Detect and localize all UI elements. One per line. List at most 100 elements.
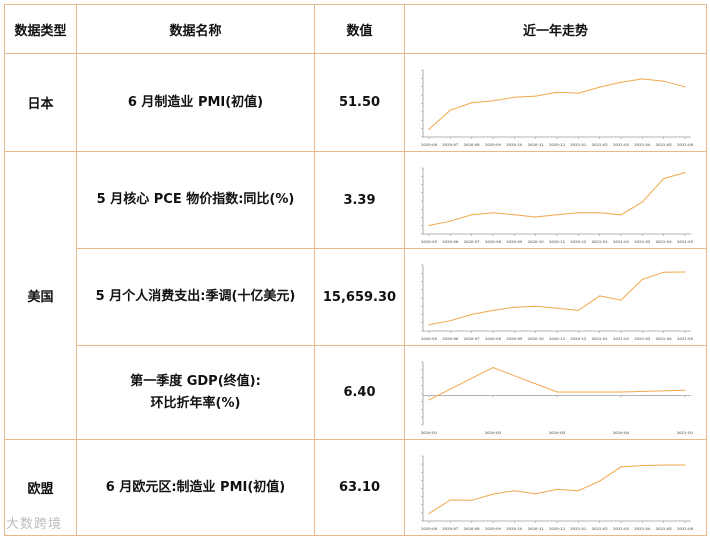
x-tick-label: 2020-12 <box>570 240 587 244</box>
data-point <box>535 95 537 97</box>
data-point <box>535 493 537 495</box>
series-line <box>428 78 686 130</box>
x-tick-label: 2021-06 <box>677 527 694 531</box>
x-tick-label: 2020-10 <box>506 527 523 531</box>
data-point <box>556 214 558 216</box>
x-tick-label: 2020-Q3 <box>549 431 566 435</box>
series-line <box>428 172 686 226</box>
data-point <box>449 499 451 501</box>
data-point <box>492 366 494 369</box>
indicator-name: 第一季度 GDP(终值): 环比折年率(%) <box>76 345 315 440</box>
indicator-name: 5 月个人消费支出:季调(十亿美元) <box>76 248 315 346</box>
x-tick-label: 2021-01 <box>570 143 587 147</box>
series-line <box>428 366 686 401</box>
data-point <box>577 92 579 94</box>
data-point <box>535 216 537 218</box>
x-tick-label: 2021-03 <box>634 337 651 341</box>
data-point <box>641 464 643 467</box>
trend-chart: 2020-05 2020-06 2020-07 2020-08 2020-09 2020-… <box>421 264 694 341</box>
data-point <box>556 91 558 93</box>
x-tick-label: 2020-09 <box>485 143 502 147</box>
x-tick-label: 2021-05 <box>656 143 673 147</box>
series-line <box>428 271 686 326</box>
x-tick-label: 2020-09 <box>506 240 523 244</box>
x-tick-label: 2020-06 <box>442 240 459 244</box>
table-row: 欧盟 6 月欧元区:制造业 PMI(初值) 63.10 2020-06 2020-… <box>4 439 707 536</box>
x-tick-label: 2020-12 <box>549 527 566 531</box>
data-point <box>449 220 451 222</box>
trend-chart: 2020-05 2020-06 2020-07 2020-08 2020-09 2020-… <box>421 167 694 244</box>
data-point <box>513 214 515 216</box>
data-point <box>663 464 665 466</box>
x-tick-label: 2021-04 <box>656 337 673 341</box>
data-point <box>428 399 430 401</box>
x-tick-label: 2020-09 <box>485 527 502 531</box>
x-tick-label: 2021-01 <box>592 337 609 341</box>
x-tick-label: 2021-04 <box>656 240 673 244</box>
watermark: 大数跨境 <box>6 517 63 532</box>
x-tick-label: 2020-Q2 <box>485 431 502 435</box>
x-tick-label: 2021-06 <box>677 143 694 147</box>
trend-cell: 2020-06 2020-07 2020-08 2020-09 2020-10 2020-… <box>404 53 707 152</box>
indicator-name-line: 5 月个人消费支出:季调(十亿美元) <box>95 289 296 304</box>
x-tick-label: 2020-08 <box>464 527 481 531</box>
indicator-name: 6 月制造业 PMI(初值) <box>76 53 315 152</box>
x-tick-label: 2020-12 <box>570 337 587 341</box>
data-point <box>556 488 558 491</box>
x-tick-label: 2021-02 <box>613 240 630 244</box>
data-point <box>428 512 430 515</box>
x-tick-label: 2020-11 <box>549 240 566 244</box>
table-row: 5 月个人消费支出:季调(十亿美元) 15,659.30 2020-05 2020… <box>5 248 707 346</box>
data-point <box>535 305 537 307</box>
data-table: 数据类型 数据名称 数值 近一年走势 日本 6 月制造业 PMI(初值) 51.… <box>4 4 707 536</box>
data-point <box>492 212 494 214</box>
table-row: 日本 6 月制造业 PMI(初值) 51.50 2020-06 2020-07 20… <box>4 53 707 152</box>
x-tick-label: 2020-11 <box>528 527 545 531</box>
x-tick-label: 2021-01 <box>570 527 587 531</box>
category-cell: 日本 <box>4 53 77 152</box>
data-point <box>620 466 622 468</box>
data-point <box>684 464 686 466</box>
data-point <box>577 490 579 492</box>
data-point <box>663 178 665 180</box>
data-point <box>577 309 579 311</box>
x-tick-label: 2020-05 <box>421 240 438 244</box>
data-point <box>428 224 430 227</box>
data-point <box>471 499 473 501</box>
data-point <box>599 480 601 482</box>
x-tick-label: 2020-Q1 <box>421 431 438 435</box>
indicator-name-line: 6 月制造业 PMI(初值) <box>127 94 264 110</box>
x-tick-label: 2020-11 <box>549 337 566 341</box>
data-point <box>620 391 622 393</box>
indicator-name-line: 5 月核心 PCE 物价指数:同比(%) <box>96 192 295 207</box>
trend-cell: 2020-05 2020-06 2020-07 2020-08 2020-09 2020-… <box>404 248 707 346</box>
indicator-name-line: 第一季度 GDP(终值): <box>130 373 261 389</box>
data-point <box>513 96 515 98</box>
data-point <box>641 278 643 281</box>
x-tick-label: 2020-10 <box>528 240 545 244</box>
x-tick-label: 2020-07 <box>464 337 481 341</box>
x-tick-label: 2021-03 <box>613 527 630 531</box>
x-tick-label: 2021-03 <box>613 143 630 147</box>
indicator-name: 5 月核心 PCE 物价指数:同比(%) <box>76 151 315 249</box>
x-tick-label: 2020-05 <box>421 337 438 341</box>
data-point <box>663 271 665 273</box>
x-tick-label: 2020-08 <box>485 240 502 244</box>
data-point <box>556 391 558 393</box>
trend-cell: 2020-05 2020-06 2020-07 2020-08 2020-09 2020-… <box>404 151 707 249</box>
x-tick-label: 2020-07 <box>464 240 481 244</box>
header-row: 数据类型 数据名称 数值 近一年走势 <box>4 4 707 54</box>
x-tick-label: 2020-11 <box>528 143 545 147</box>
x-tick-label: 2020-07 <box>442 527 459 531</box>
trend-chart: 2020-06 2020-07 2020-08 2020-09 2020-10 2020-… <box>421 69 694 147</box>
x-tick-label: 2021-01 <box>592 240 609 244</box>
trend-cell: 2020-Q1 2020-Q2 2020-Q3 2020-Q4 2021-Q1 <box>404 345 707 440</box>
header-value: 数值 <box>314 4 405 54</box>
trend-chart: 2020-Q1 2020-Q2 2020-Q3 2020-Q4 2021-Q1 <box>421 361 694 435</box>
header-name: 数据名称 <box>76 4 315 54</box>
header-type: 数据类型 <box>4 4 77 54</box>
data-point <box>684 389 686 391</box>
data-point <box>620 81 622 83</box>
x-tick-label: 2020-06 <box>421 143 438 147</box>
data-point <box>641 201 643 203</box>
